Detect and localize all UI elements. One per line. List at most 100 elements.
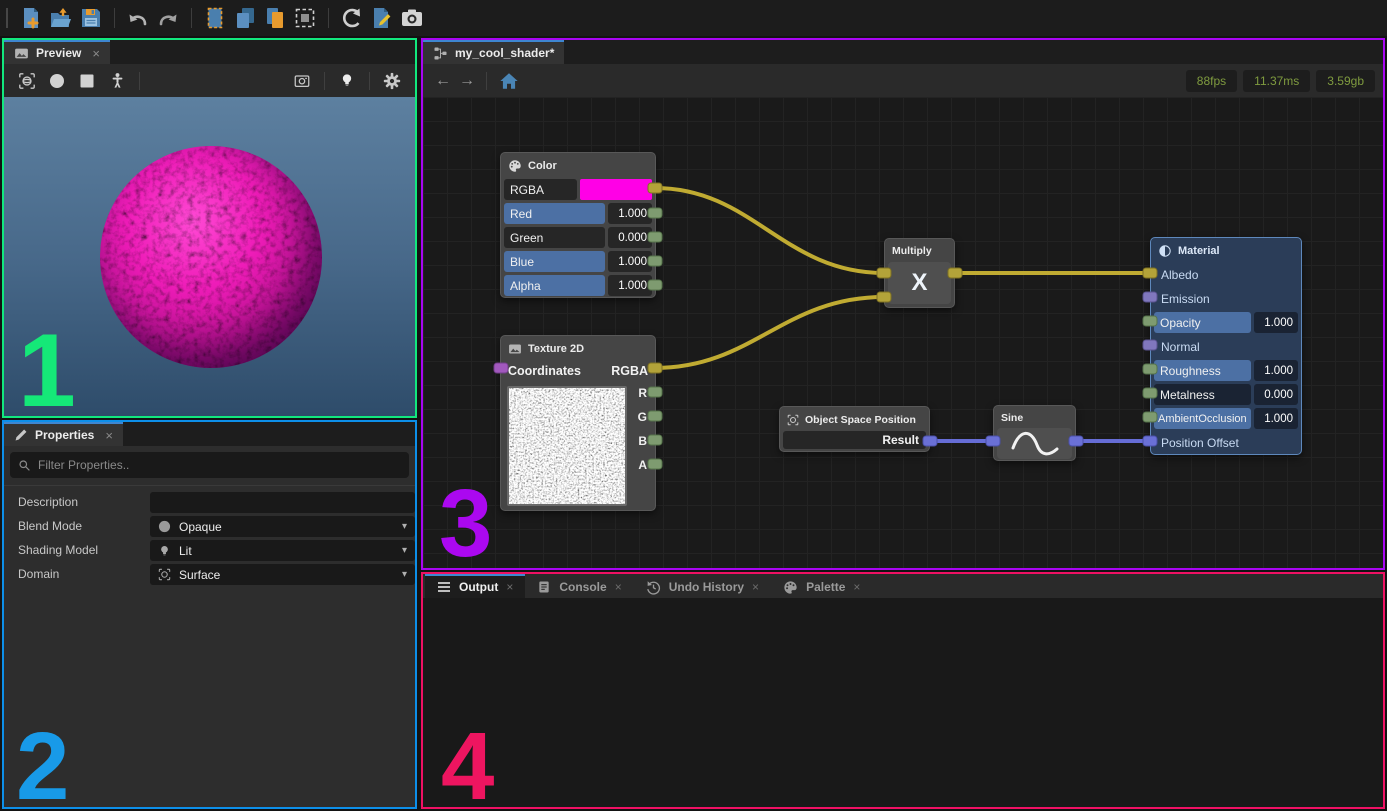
close-icon[interactable]: × <box>506 580 513 594</box>
paste-button[interactable] <box>261 4 289 32</box>
slider-label: Red <box>504 203 605 224</box>
tab-label: my_cool_shader* <box>455 46 554 60</box>
wire-color-to-multiply[interactable] <box>655 188 884 273</box>
color-red-row[interactable]: Red 1.000 <box>504 203 652 224</box>
tab-undo-history[interactable]: Undo History × <box>634 574 771 598</box>
tab-palette[interactable]: Palette × <box>771 574 872 598</box>
filter-properties-input[interactable]: Filter Properties.. <box>10 452 409 478</box>
tab-preview[interactable]: Preview × <box>4 40 110 64</box>
nav-forward-button[interactable]: → <box>455 72 479 90</box>
cut-button[interactable] <box>201 4 229 32</box>
node-object-space-position[interactable]: Object Space Position Result <box>779 406 930 452</box>
node-material[interactable]: Material Albedo Emission Opacity 1.000 N… <box>1150 237 1302 455</box>
refresh-button[interactable] <box>338 4 366 32</box>
cube-primitive-button[interactable] <box>74 68 100 94</box>
close-icon[interactable]: × <box>615 580 622 594</box>
settings-button[interactable] <box>379 68 405 94</box>
slider-label: Metalness <box>1154 384 1251 405</box>
texture-preview[interactable] <box>507 386 627 506</box>
description-input[interactable] <box>158 496 407 510</box>
gizmo-button[interactable] <box>14 68 40 94</box>
open-file-button[interactable] <box>47 4 75 32</box>
node-header[interactable]: Sine <box>997 409 1072 426</box>
material-ambientocclusion-row[interactable]: AmbientOcclusion 1.000 <box>1154 408 1298 429</box>
node-title: Texture 2D <box>528 343 584 355</box>
color-swatch[interactable] <box>580 179 652 200</box>
preview-panel: Preview × <box>2 38 417 418</box>
toolbar-grip[interactable] <box>6 8 8 28</box>
nav-back-button[interactable]: ← <box>431 72 455 90</box>
copy-button[interactable] <box>231 4 259 32</box>
material-emission-row: Emission <box>1154 288 1298 309</box>
blend-mode-dropdown[interactable]: Opaque ▾ <box>150 516 415 537</box>
wire-texture-to-multiply[interactable] <box>655 297 884 368</box>
node-header[interactable]: Object Space Position <box>783 410 926 430</box>
description-field[interactable] <box>150 492 415 513</box>
palette-icon <box>783 580 798 595</box>
memory-badge: 3.59gb <box>1316 70 1375 92</box>
edit-button[interactable] <box>368 4 396 32</box>
node-header[interactable]: Texture 2D <box>504 339 652 359</box>
new-file-button[interactable] <box>17 4 45 32</box>
color-alpha-row[interactable]: Alpha 1.000 <box>504 275 652 296</box>
close-icon[interactable]: × <box>105 428 113 443</box>
tab-console[interactable]: Console × <box>525 574 633 598</box>
slider-value: 1.000 <box>608 275 652 296</box>
home-button[interactable] <box>496 68 522 94</box>
close-icon[interactable]: × <box>92 46 100 61</box>
shading-model-dropdown[interactable]: Lit ▾ <box>150 540 415 561</box>
close-icon[interactable]: × <box>853 580 860 594</box>
output-log-area[interactable]: 4 <box>423 598 1383 807</box>
frametime-badge: 11.37ms <box>1243 70 1310 92</box>
material-opacity-row[interactable]: Opacity 1.000 <box>1154 312 1298 333</box>
close-icon[interactable]: × <box>752 580 759 594</box>
properties-panel: Properties × Filter Properties.. Descrip… <box>2 420 417 809</box>
tab-properties[interactable]: Properties × <box>4 422 123 446</box>
slider-value: 0.000 <box>1254 384 1298 405</box>
node-title: Color <box>528 160 557 172</box>
node-graph-canvas[interactable]: 3 Color RGBA Red 1.000 Green 0.000 Blue … <box>423 97 1383 568</box>
slider-label: Roughness <box>1154 360 1251 381</box>
domain-dropdown[interactable]: Surface ▾ <box>150 564 415 585</box>
rgba-output-label: RGBA <box>611 364 648 378</box>
capture-button[interactable] <box>289 68 315 94</box>
node-header[interactable]: Material <box>1154 241 1298 261</box>
color-green-row[interactable]: Green 0.000 <box>504 227 652 248</box>
redo-button[interactable] <box>154 4 182 32</box>
select-all-button[interactable] <box>291 4 319 32</box>
sphere-primitive-button[interactable] <box>44 68 70 94</box>
node-multiply[interactable]: Multiply X <box>884 238 955 308</box>
field-label: Description <box>18 495 78 509</box>
graph-tabstrip: my_cool_shader* <box>423 40 1383 64</box>
slider-value: 1.000 <box>1254 408 1298 429</box>
node-header[interactable]: Multiply <box>888 242 951 260</box>
figure-button[interactable] <box>104 68 130 94</box>
property-row-description: Description <box>4 492 415 513</box>
color-rgba-row: RGBA <box>504 179 652 200</box>
slider-value: 0.000 <box>608 227 652 248</box>
tab-shader-document[interactable]: my_cool_shader* <box>423 40 564 64</box>
undo-button[interactable] <box>124 4 152 32</box>
save-button[interactable] <box>77 4 105 32</box>
slider-label: Opacity <box>1154 312 1251 333</box>
node-header[interactable]: Color <box>504 156 652 176</box>
tab-output[interactable]: Output × <box>425 574 525 598</box>
region-number-3: 3 <box>439 487 489 562</box>
bulb-icon <box>158 544 171 558</box>
filter-placeholder: Filter Properties.. <box>38 458 129 472</box>
material-metalness-row[interactable]: Metalness 0.000 <box>1154 384 1298 405</box>
light-button[interactable] <box>334 68 360 94</box>
node-texture-2d[interactable]: Texture 2D Coordinates RGBA <box>500 335 656 511</box>
node-sine[interactable]: Sine <box>993 405 1076 461</box>
dropdown-value: Lit <box>179 544 192 558</box>
toolbar-separator <box>191 8 192 28</box>
material-roughness-row[interactable]: Roughness 1.000 <box>1154 360 1298 381</box>
menu-icon <box>437 581 451 593</box>
image-icon <box>14 46 29 61</box>
screenshot-button[interactable] <box>398 4 426 32</box>
search-icon <box>18 459 31 472</box>
node-color[interactable]: Color RGBA Red 1.000 Green 0.000 Blue 1.… <box>500 152 656 298</box>
color-blue-row[interactable]: Blue 1.000 <box>504 251 652 272</box>
properties-tabstrip: Properties × <box>4 422 415 446</box>
preview-viewport[interactable]: 1 <box>4 97 415 416</box>
